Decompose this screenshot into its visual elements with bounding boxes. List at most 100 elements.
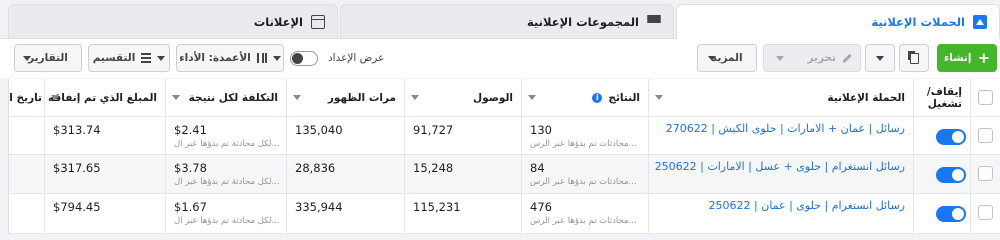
results-value: 476 xyxy=(530,200,552,214)
campaign-toggle[interactable] xyxy=(936,167,966,183)
columns-label: الأعمدة: الأداء xyxy=(179,52,251,64)
table-row: رسائل انستغرام | حلوى | عمان | 250622 47… xyxy=(9,194,1000,234)
header-cost-label: التكلفة لكل نتيجة xyxy=(188,91,278,104)
chevron-down-icon xyxy=(23,56,31,61)
pencil-icon xyxy=(842,53,852,63)
duplicate-icon xyxy=(909,52,919,64)
sort-caret-icon xyxy=(655,95,663,100)
header-spent-label: المبلغ الذي تم إنفاقه xyxy=(48,91,157,104)
table-row: رسائل | عمان + الامارات | حلوى الكيش | 2… xyxy=(9,117,1000,155)
columns-button[interactable]: الأعمدة: الأداء xyxy=(176,44,284,72)
campaign-toggle[interactable] xyxy=(936,206,966,222)
end-date-cell xyxy=(9,155,45,193)
plus-icon: + xyxy=(977,48,991,67)
impressions-cell: 135,040 xyxy=(287,117,405,154)
header-impressions[interactable]: مرات الظهور xyxy=(287,79,405,116)
select-all-cell xyxy=(971,79,1000,116)
chevron-down-icon xyxy=(708,56,716,61)
reach-cell: 15,248 xyxy=(405,155,522,193)
spent-value: $794.45 xyxy=(53,200,101,214)
row-select-cell xyxy=(971,194,1000,233)
campaign-name-link[interactable]: رسائل انستغرام | حلوى | عمان | 250622 xyxy=(709,199,905,212)
tab-adsets-label: المجموعات الإعلانية xyxy=(527,14,639,29)
tab-ads[interactable]: الإعلانات xyxy=(8,4,338,38)
reports-button[interactable]: التقارير xyxy=(14,44,82,72)
campaign-cell: رسائل انستغرام | حلوى + عسل | الامارات |… xyxy=(649,155,914,193)
reach-value: 115,231 xyxy=(413,200,461,214)
end-date-cell xyxy=(9,117,45,154)
header-reach[interactable]: الوصول xyxy=(405,79,522,116)
results-subtext: محادثات تم بدؤها عبر الرس... xyxy=(530,139,637,149)
chevron-down-icon xyxy=(272,55,281,61)
impressions-cell: 28,836 xyxy=(287,155,405,193)
spent-cell: $794.45 xyxy=(45,194,166,233)
sort-caret-icon xyxy=(51,95,59,100)
cost-cell: $2.41 لكل محادثة تم بدؤها عبر ال... xyxy=(166,117,287,154)
chevron-down-icon xyxy=(776,56,784,61)
columns-icon xyxy=(256,53,267,63)
tab-adsets[interactable]: المجموعات الإعلانية xyxy=(340,4,674,38)
table-row: رسائل انستغرام | حلوى + عسل | الامارات |… xyxy=(9,155,1000,194)
header-toggle[interactable]: إيقاف/ تشغيل xyxy=(914,79,971,116)
reach-cell: 115,231 xyxy=(405,194,522,233)
reach-cell: 91,727 xyxy=(405,117,522,154)
create-button[interactable]: إنشاء + xyxy=(937,44,997,72)
chevron-down-icon xyxy=(157,55,166,61)
duplicate-button[interactable] xyxy=(899,44,929,72)
header-amount-spent[interactable]: المبلغ الذي تم إنفاقه xyxy=(45,79,166,116)
campaign-cell: رسائل انستغرام | حلوى | عمان | 250622 xyxy=(649,194,914,233)
breakdown-button[interactable]: التقسيم xyxy=(88,44,170,72)
header-campaign[interactable]: الحملة الإعلانية xyxy=(649,79,914,116)
campaign-cell: رسائل | عمان + الامارات | حلوى الكيش | 2… xyxy=(649,117,914,154)
more-button[interactable]: المزيد xyxy=(697,44,757,72)
reach-value: 91,727 xyxy=(413,123,454,137)
spent-value: $317.65 xyxy=(53,161,101,175)
tab-ads-label: الإعلانات xyxy=(253,14,303,29)
toggle-cell xyxy=(914,155,971,193)
reach-value: 15,248 xyxy=(413,161,454,175)
view-setup-label: عرض الإعداد xyxy=(328,52,385,64)
cost-value: $1.67 xyxy=(174,200,207,214)
cost-value: $2.41 xyxy=(174,123,207,137)
campaign-name-link[interactable]: رسائل انستغرام | حلوى + عسل | الامارات |… xyxy=(655,160,905,173)
results-subtext: محادثات تم بدؤها عبر الرس... xyxy=(530,177,637,187)
header-results[interactable]: i النتائج xyxy=(522,79,649,116)
cost-cell: $3.78 لكل محادثة تم بدؤها عبر ال... xyxy=(166,155,287,193)
cost-subtext: لكل محادثة تم بدؤها عبر ال... xyxy=(174,139,280,149)
results-value: 130 xyxy=(530,123,552,137)
toggle-cell xyxy=(914,117,971,154)
edit-button[interactable]: تحرير xyxy=(763,44,861,72)
header-toggle-label: إيقاف/ تشغيل xyxy=(926,85,962,110)
select-all-checkbox[interactable] xyxy=(978,90,993,105)
campaign-name-link[interactable]: رسائل | عمان + الامارات | حلوى الكيش | 2… xyxy=(666,122,905,135)
sort-caret-icon xyxy=(528,95,536,100)
impressions-value: 28,836 xyxy=(295,161,336,175)
duplicate-dropdown[interactable] xyxy=(865,44,895,72)
results-cell: 476 محادثات تم بدؤها عبر الرس... xyxy=(522,194,649,233)
campaign-toggle[interactable] xyxy=(936,129,966,145)
cost-subtext: لكل محادثة تم بدؤها عبر ال... xyxy=(174,216,280,226)
edit-label: تحرير xyxy=(807,52,836,64)
results-cell: 130 محادثات تم بدؤها عبر الرس... xyxy=(522,117,649,154)
ads-panel-icon xyxy=(311,14,325,29)
breakdown-label: التقسيم xyxy=(92,52,136,64)
tab-campaigns-label: الحملات الإعلانية xyxy=(871,15,965,29)
header-end-date-label: تاريخ ال xyxy=(9,91,42,104)
header-cost-per-result[interactable]: التكلفة لكل نتيجة xyxy=(166,79,287,116)
row-checkbox[interactable] xyxy=(978,205,993,220)
results-value: 84 xyxy=(530,161,545,175)
tab-campaigns[interactable]: الحملات الإعلانية xyxy=(676,4,1000,39)
impressions-value: 335,944 xyxy=(295,200,343,214)
header-reach-label: الوصول xyxy=(473,91,513,104)
row-checkbox[interactable] xyxy=(978,128,993,143)
reports-label: التقارير xyxy=(28,52,68,64)
sort-caret-icon xyxy=(411,95,419,100)
toolbar: إنشاء + تحرير المزيد عرض الإعداد الأعمدة… xyxy=(0,38,1000,78)
header-end-date[interactable]: تاريخ ال xyxy=(9,79,45,116)
more-label: المزيد xyxy=(711,52,743,64)
end-date-cell xyxy=(9,194,45,233)
info-icon[interactable]: i xyxy=(592,92,603,103)
row-checkbox[interactable] xyxy=(978,166,993,181)
spent-value: $313.74 xyxy=(53,123,101,137)
view-setup-toggle[interactable] xyxy=(290,51,318,66)
